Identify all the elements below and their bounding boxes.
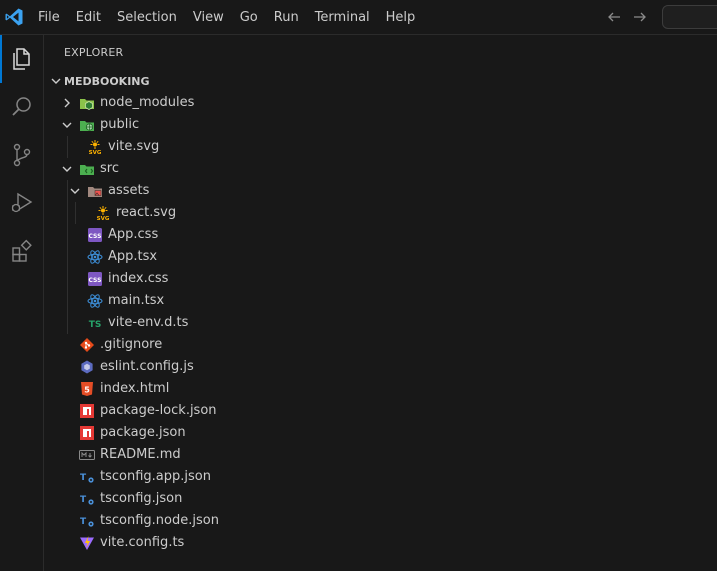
svg-text:CSS: CSS — [89, 233, 102, 240]
chevron-right-icon — [64, 98, 70, 108]
source-control-activity-button[interactable] — [0, 131, 44, 179]
tree-item-src[interactable]: src — [45, 158, 717, 180]
tree-item-vite-config-ts[interactable]: vite.config.ts — [45, 532, 717, 554]
menu-file[interactable]: File — [30, 7, 68, 29]
npm-file-icon — [80, 404, 94, 418]
css-file-icon: CSS — [88, 228, 102, 242]
menu-view[interactable]: View — [185, 7, 232, 29]
tree-item-app-css[interactable]: CSS App.css — [45, 224, 717, 246]
svg-text:5: 5 — [84, 386, 90, 395]
tree-item-index-html[interactable]: 5 index.html — [45, 378, 717, 400]
tree-item-readme-md[interactable]: README.md — [45, 444, 717, 466]
menu-terminal[interactable]: Terminal — [307, 7, 378, 29]
file-tree: node_modules public SVG vite.svg src ass… — [45, 92, 717, 554]
react-file-icon — [87, 250, 103, 264]
menu-run[interactable]: Run — [266, 7, 307, 29]
tree-item-tsconfig-node-json[interactable]: T tsconfig.node.json — [45, 510, 717, 532]
chevron-down-icon — [62, 166, 72, 172]
search-activity-button[interactable] — [0, 83, 44, 131]
css-file-icon: CSS — [88, 272, 102, 286]
project-section-header[interactable]: MEDBOOKING — [45, 70, 717, 92]
tree-item-tsconfig-app-json[interactable]: T tsconfig.app.json — [45, 466, 717, 488]
activity-bar — [0, 35, 44, 571]
tree-item-vite-env-d-ts[interactable]: TS vite-env.d.ts — [45, 312, 717, 334]
tree-item-public[interactable]: public — [45, 114, 717, 136]
svg-text:TS: TS — [89, 320, 102, 330]
tsconfig-file-icon: T — [80, 473, 94, 483]
tsconfig-file-icon: T — [80, 517, 94, 527]
svg-file-icon: SVG — [89, 140, 102, 155]
html-file-icon: 5 — [81, 382, 93, 396]
run-debug-activity-button[interactable] — [0, 179, 44, 227]
source-control-icon — [13, 143, 31, 167]
tree-item-index-css[interactable]: CSS index.css — [45, 268, 717, 290]
tree-item-package-lock-json[interactable]: package-lock.json — [45, 400, 717, 422]
markdown-file-icon — [79, 450, 95, 460]
typescript-def-file-icon: TS — [89, 320, 102, 330]
tree-item-eslint-config-js[interactable]: eslint.config.js — [45, 356, 717, 378]
explorer-activity-button[interactable] — [0, 35, 44, 83]
svg-text:T: T — [80, 473, 87, 483]
search-icon — [12, 97, 31, 116]
tree-item-vite-svg[interactable]: SVG vite.svg — [45, 136, 717, 158]
forward-arrow-icon[interactable] — [632, 9, 648, 25]
chevron-down-icon — [62, 122, 72, 128]
svg-file-icon: SVG — [97, 206, 110, 221]
run-debug-icon — [11, 192, 33, 213]
menu-bar: File Edit Selection View Go Run Terminal… — [30, 0, 423, 35]
chevron-down-icon — [70, 188, 80, 194]
tsconfig-file-icon: T — [80, 495, 94, 505]
explorer-title: EXPLORER — [64, 46, 124, 59]
svg-text:T: T — [80, 517, 87, 527]
tree-item-package-json[interactable]: package.json — [45, 422, 717, 444]
project-name: MEDBOOKING — [64, 74, 150, 88]
folder-src-icon — [80, 165, 94, 175]
command-center-search[interactable] — [662, 5, 717, 29]
tree-item-app-tsx[interactable]: App.tsx — [45, 246, 717, 268]
extensions-activity-button[interactable] — [0, 227, 44, 275]
git-file-icon — [80, 338, 94, 352]
chevron-down-icon — [51, 78, 61, 84]
tree-item-tsconfig-json[interactable]: T tsconfig.json — [45, 488, 717, 510]
menu-help[interactable]: Help — [378, 7, 424, 29]
extensions-icon — [12, 239, 32, 262]
tree-item-main-tsx[interactable]: main.tsx — [45, 290, 717, 312]
menu-selection[interactable]: Selection — [109, 7, 185, 29]
folder-node-icon — [80, 99, 94, 110]
tree-item-assets[interactable]: assets — [45, 180, 717, 202]
title-bar: File Edit Selection View Go Run Terminal… — [0, 0, 717, 35]
files-icon — [13, 48, 30, 70]
tree-item-gitignore[interactable]: .gitignore — [45, 334, 717, 356]
folder-public-icon — [80, 121, 94, 131]
tree-item-react-svg[interactable]: SVG react.svg — [45, 202, 717, 224]
tree-item-node-modules[interactable]: node_modules — [45, 92, 717, 114]
vite-file-icon — [80, 536, 94, 550]
folder-assets-icon — [88, 187, 102, 197]
react-file-icon — [87, 294, 103, 308]
menu-go[interactable]: Go — [232, 7, 266, 29]
explorer-sidebar: EXPLORER MEDBOOKING node_modules public — [45, 35, 717, 571]
svg-text:CSS: CSS — [89, 277, 102, 284]
eslint-file-icon — [81, 360, 93, 374]
svg-text:T: T — [80, 495, 87, 505]
npm-file-icon — [80, 426, 94, 440]
svg-text:SVG: SVG — [97, 216, 110, 221]
svg-text:SVG: SVG — [89, 150, 102, 155]
back-arrow-icon[interactable] — [606, 9, 622, 25]
vscode-logo-icon — [5, 8, 23, 26]
menu-edit[interactable]: Edit — [68, 7, 109, 29]
